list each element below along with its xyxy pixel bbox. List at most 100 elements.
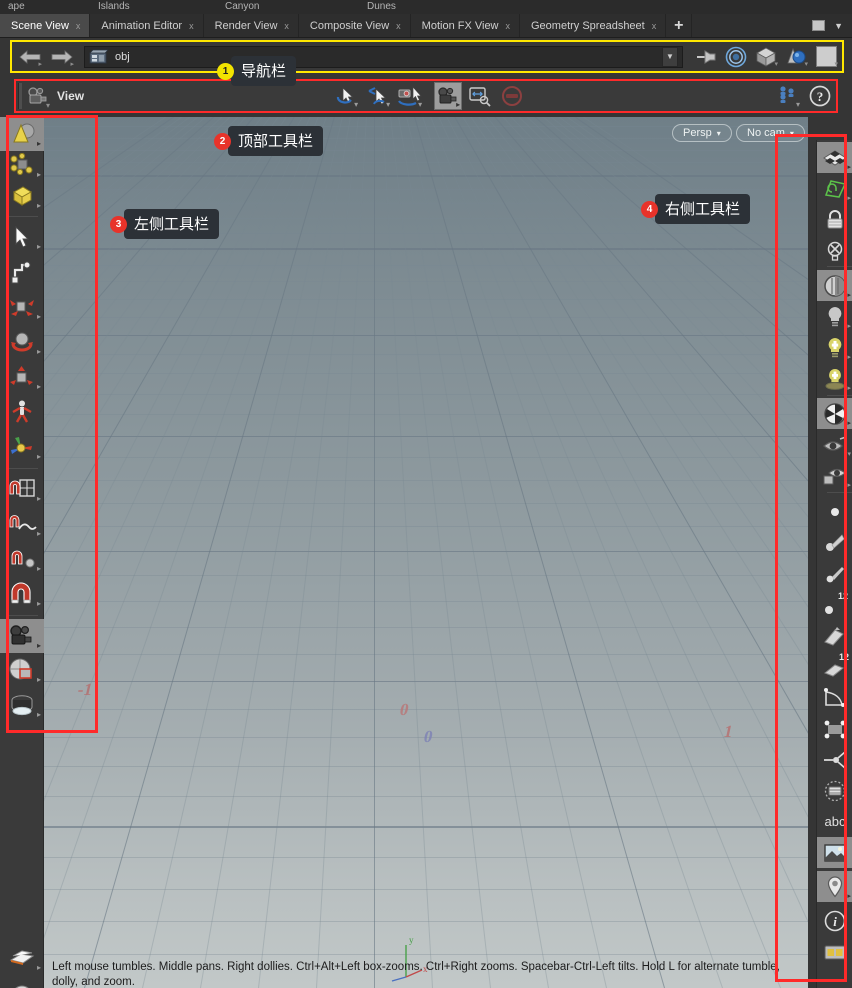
dropdown-caret[interactable]: ▾ <box>418 100 422 109</box>
dropdown-caret[interactable]: ▸ <box>37 452 41 461</box>
dropdown-caret[interactable]: ▾ <box>847 450 851 458</box>
camera-view-icon[interactable]: ▾ <box>25 83 51 110</box>
marker-pin-icon[interactable]: ▸ <box>817 871 852 902</box>
shelf-tab-2[interactable]: Canyon <box>225 1 259 12</box>
dropdown-caret[interactable]: ▸ <box>37 599 41 608</box>
close-icon[interactable]: x <box>284 21 289 31</box>
prim-number-icon[interactable]: 12 <box>817 651 852 682</box>
shelf-tab-strip[interactable]: ape Islands Canyon Dunes <box>0 0 852 14</box>
no-entry-icon[interactable] <box>498 82 526 110</box>
camera-tool-icon[interactable]: ▸ <box>0 619 44 653</box>
close-icon[interactable]: x <box>652 21 657 31</box>
image-plane-icon[interactable] <box>817 837 852 868</box>
dropdown-caret[interactable]: ▸ <box>847 163 851 171</box>
particles-icon[interactable]: ▸ <box>0 148 44 182</box>
move-tool-icon[interactable]: ▸ <box>0 290 44 324</box>
view-mode-dropdown[interactable]: Persp ▾ <box>672 124 732 142</box>
view-sphere-icon[interactable]: ▸ <box>0 653 44 687</box>
dropdown-caret[interactable]: ▸ <box>847 353 851 361</box>
snap-point-icon[interactable]: ▸ <box>0 542 44 576</box>
tab-composite-view[interactable]: Composite View x <box>299 14 411 37</box>
back-arrow-icon[interactable]: ▸ <box>16 46 43 68</box>
target-icon[interactable] <box>724 45 748 69</box>
ghost-view-icon[interactable]: ▾ <box>817 429 852 460</box>
tab-animation-editor[interactable]: Animation Editor x <box>90 14 204 37</box>
backface-icon[interactable] <box>817 775 852 806</box>
dropdown-caret[interactable]: ▸ <box>37 675 41 684</box>
path-input-field[interactable]: obj ▼ <box>84 45 683 68</box>
panel-square-icon[interactable]: ▾ <box>814 45 838 69</box>
dropdown-caret[interactable]: ▸ <box>847 322 851 330</box>
rotate-tool-icon[interactable]: ▸ <box>0 325 44 359</box>
point-display-icon[interactable] <box>817 496 852 527</box>
snap-grid-icon[interactable]: ▸ <box>0 472 44 506</box>
info-icon[interactable]: i <box>817 905 852 936</box>
camera-dropdown[interactable]: No cam ▾ <box>736 124 805 142</box>
forward-arrow-icon[interactable]: ▸ <box>48 46 75 68</box>
dropdown-caret[interactable]: ▾ <box>46 101 50 110</box>
group-dots-icon[interactable]: ▾ <box>774 82 802 110</box>
dropdown-caret[interactable]: ▾ <box>386 100 390 109</box>
toolbar-drag-handle[interactable] <box>18 83 22 109</box>
dropdown-caret[interactable]: ▸ <box>37 641 41 650</box>
shading-sphere-icon[interactable]: ▸ <box>817 270 852 301</box>
dropdown-caret[interactable]: ▾ <box>796 100 800 109</box>
checker-ball-icon[interactable]: ▸ <box>817 398 852 429</box>
point-normals-icon[interactable] <box>817 527 852 558</box>
select-arrow-icon[interactable]: ▾ <box>332 82 360 110</box>
close-icon[interactable]: x <box>76 21 81 31</box>
dropdown-caret[interactable]: ▸ <box>37 170 41 179</box>
scale-tool-icon[interactable]: ▸ <box>0 360 44 394</box>
dropdown-caret[interactable]: ▸ <box>847 892 851 900</box>
dropdown-caret[interactable]: ▸ <box>70 60 74 68</box>
help-question-icon[interactable]: ? <box>806 82 834 110</box>
bulb-off-icon[interactable] <box>817 235 852 266</box>
light-grey-icon[interactable]: ▸ <box>817 301 852 332</box>
select-arrow-tool-icon[interactable]: ▸ <box>0 220 44 254</box>
dropdown-caret[interactable]: ▸ <box>37 382 41 391</box>
viewport-3d[interactable]: -1 0 0 1 y x Persp ▾ No cam ▾ <box>44 117 808 988</box>
axis-tool-icon[interactable]: ▸ <box>0 430 44 464</box>
dropdown-caret[interactable]: ▸ <box>37 529 41 538</box>
dropdown-caret[interactable]: ▾ <box>774 60 778 68</box>
dropdown-caret[interactable]: ▸ <box>37 312 41 321</box>
dropdown-caret[interactable]: ▸ <box>847 291 851 299</box>
cube-icon[interactable]: ▾ <box>754 45 778 69</box>
wireframe-green-icon[interactable]: ▸ <box>817 173 852 204</box>
display-options-icon[interactable] <box>817 936 852 967</box>
dropdown-caret[interactable]: ▸ <box>37 347 41 356</box>
shelf-tab-0[interactable]: ape <box>8 1 25 12</box>
dropdown-caret[interactable]: ▸ <box>37 494 41 503</box>
add-tab-button[interactable]: + <box>666 14 693 37</box>
close-icon[interactable]: x <box>189 21 194 31</box>
handles-tool-icon[interactable] <box>0 255 44 289</box>
dropdown-caret[interactable]: ▸ <box>38 60 42 68</box>
point-marker-icon[interactable] <box>817 713 852 744</box>
dropdown-caret[interactable]: ▸ <box>37 564 41 573</box>
dropdown-caret[interactable]: ▸ <box>37 201 41 210</box>
point-vector-icon[interactable] <box>817 558 852 589</box>
chevron-down-icon[interactable]: ▼ <box>834 21 843 31</box>
dropdown-caret[interactable]: ▸ <box>37 139 41 148</box>
path-value[interactable]: obj <box>115 51 130 63</box>
dropdown-caret[interactable]: ▸ <box>847 384 851 392</box>
light-placed-icon[interactable]: ▸ <box>817 363 852 394</box>
panel-square-icon[interactable] <box>812 20 826 31</box>
view-shading-icon[interactable]: ▸ <box>0 117 44 151</box>
text-abc-icon[interactable]: abc <box>817 806 852 837</box>
camera-active-icon[interactable]: ▸ <box>434 82 463 110</box>
dropdown-caret[interactable]: ▸ <box>37 710 41 719</box>
handle-arrow-icon[interactable]: ▾ <box>364 82 392 110</box>
lock-icon[interactable] <box>817 204 852 235</box>
point-number-icon[interactable]: 12 <box>817 589 852 620</box>
dropdown-caret[interactable]: ▾ <box>354 100 358 109</box>
tab-scene-view[interactable]: Scene View x <box>0 14 91 37</box>
prim-display-icon[interactable] <box>817 620 852 651</box>
film-reel-icon[interactable] <box>0 979 44 988</box>
ghost-object-icon[interactable]: ▸ <box>817 460 852 491</box>
light-yellow-icon[interactable]: ▸ <box>817 332 852 363</box>
frame-all-icon[interactable] <box>466 82 494 110</box>
shelf-tab-3[interactable]: Dunes <box>367 1 396 12</box>
dropdown-caret[interactable]: ▾ <box>804 60 808 68</box>
boolean-objects-icon[interactable]: ▾ <box>784 45 808 69</box>
